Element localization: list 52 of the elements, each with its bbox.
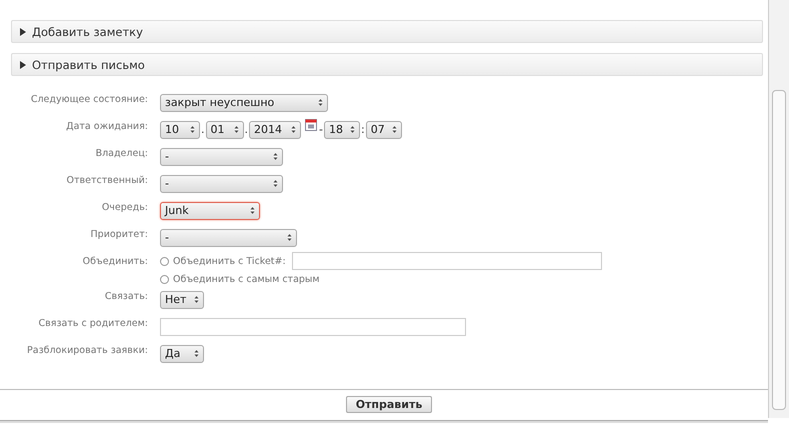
field-label: Разблокировать заявки: (26, 344, 148, 356)
field-label: Следующее состояние: (30, 93, 148, 105)
updown-arrows-icon (190, 125, 195, 134)
updown-arrows-icon (350, 125, 355, 134)
dropdown[interactable]: - (160, 174, 283, 192)
dropdown[interactable]: Junk (160, 202, 260, 220)
field-label: Очередь: (100, 201, 148, 213)
collapsible-section-header[interactable]: Добавить заметку (11, 20, 763, 43)
calendar-icon[interactable] (305, 118, 317, 131)
parent-field[interactable] (160, 318, 466, 336)
dropdown[interactable]: Нет (160, 290, 204, 308)
dropdown[interactable]: 01 (206, 120, 244, 138)
updown-arrows-icon (273, 152, 278, 161)
updown-arrows-icon (392, 125, 397, 134)
radio-label: Объединить с Ticket#: (173, 256, 286, 266)
updown-arrows-icon (234, 125, 238, 134)
submit-button[interactable]: Отправить (346, 396, 432, 413)
updown-arrows-icon (287, 233, 292, 242)
field-label: Объединить: (82, 255, 148, 267)
updown-arrows-icon (250, 206, 255, 215)
scrollbar-thumb[interactable] (772, 90, 786, 410)
updown-arrows-icon (194, 295, 199, 304)
dropdown[interactable]: 07 (366, 120, 402, 138)
field-label: Приоритет: (90, 228, 148, 240)
updown-arrows-icon (194, 349, 199, 358)
dropdown[interactable]: 10 (160, 120, 200, 138)
separator: - (318, 123, 324, 136)
collapsible-section-header[interactable]: Отправить письмо (11, 53, 763, 76)
separator: : (360, 123, 366, 136)
dropdown[interactable]: 18 (324, 120, 360, 138)
updown-arrows-icon (273, 179, 278, 188)
dropdown[interactable]: - (160, 148, 283, 166)
triangle-icon (20, 60, 26, 68)
dropdown[interactable]: Да (160, 344, 204, 362)
radio-button[interactable] (160, 275, 169, 284)
separator: . (200, 123, 206, 136)
dropdown[interactable]: закрыт неуспешно (160, 94, 328, 112)
field-label: Связать с родителем: (38, 317, 148, 329)
field-label: Дата ожидания: (65, 120, 148, 132)
updown-arrows-icon (318, 98, 323, 107)
field-label: Ответственный: (66, 174, 148, 186)
separator: . (244, 123, 249, 136)
triangle-icon (20, 28, 26, 36)
updown-arrows-icon (291, 125, 296, 134)
scrollbar[interactable] (768, 0, 789, 418)
radio-button[interactable] (160, 256, 169, 266)
ticket-number-field[interactable] (292, 252, 602, 270)
dropdown[interactable]: - (160, 228, 297, 246)
field-label: Связать: (104, 290, 148, 302)
radio-label: Объединить с самым старым (173, 274, 320, 285)
dropdown[interactable]: 2014 (249, 120, 301, 138)
field-label: Владелец: (94, 147, 148, 159)
